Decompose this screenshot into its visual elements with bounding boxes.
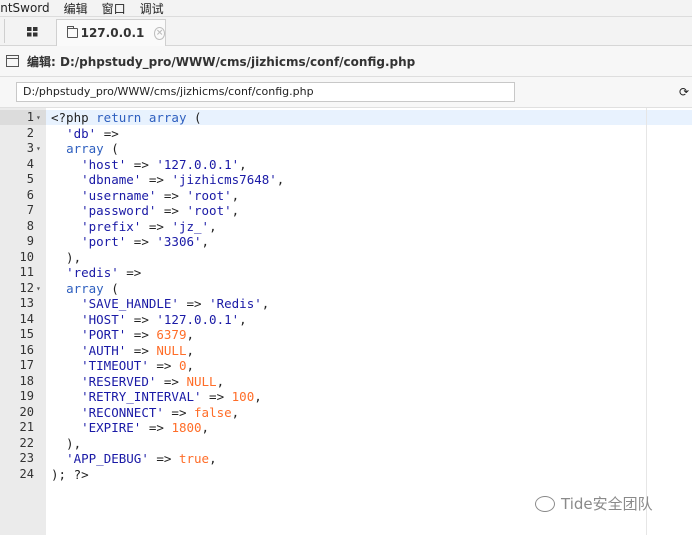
path-input[interactable]: D:/phpstudy_pro/WWW/cms/jizhicms/conf/co…	[16, 82, 515, 102]
line-number: 17	[19, 358, 34, 372]
code-line[interactable]: 4 'host' => '127.0.0.1',	[0, 157, 692, 173]
code-line[interactable]: 7 'password' => 'root',	[0, 203, 692, 219]
code-text: array (	[66, 141, 119, 156]
line-number: 2	[26, 125, 34, 140]
code-line[interactable]: 12 ▾ array (	[0, 281, 692, 297]
code-text: 'host' => '127.0.0.1',	[81, 156, 247, 172]
line-number: 4	[26, 156, 34, 171]
code-line[interactable]: 3 ▾ array (	[0, 141, 692, 157]
code-text: 'port' => '3306',	[81, 234, 210, 249]
line-number: 11	[19, 265, 34, 279]
code-text: 'EXPIRE' => 1800,	[81, 420, 210, 435]
code-text: 'username' => 'root',	[81, 187, 240, 203]
close-icon[interactable]: ×	[154, 26, 165, 40]
panel-icon	[6, 55, 19, 67]
code-line[interactable]: 18 'RESERVED' => NULL,	[0, 374, 692, 390]
code-line[interactable]: 14 'HOST' => '127.0.0.1',	[0, 312, 692, 328]
menu-item-antsword[interactable]: AntSword	[0, 1, 56, 15]
line-number: 24	[19, 466, 34, 481]
code-text: 'HOST' => '127.0.0.1',	[81, 311, 247, 327]
line-number: 7	[26, 203, 34, 217]
code-line[interactable]: 24 ); ?>	[0, 467, 692, 483]
tab-host-label: 127.0.0.1	[80, 26, 145, 40]
line-number: 20	[19, 404, 34, 419]
fold-toggle-icon[interactable]: ▾	[36, 281, 41, 297]
refresh-icon[interactable]: ⟳	[679, 86, 690, 98]
line-number: 5	[26, 172, 34, 186]
line-number: 22	[19, 435, 34, 450]
code-line[interactable]: 5 'dbname' => 'jizhicms7648',	[0, 172, 692, 188]
code-text: 'PORT' => 6379,	[81, 327, 195, 342]
code-line[interactable]: 16 'AUTH' => NULL,	[0, 343, 692, 359]
tab-host[interactable]: 127.0.0.1 ×	[56, 19, 166, 46]
line-number: 6	[26, 187, 34, 202]
code-text: 'APP_DEBUG' => true,	[66, 451, 217, 466]
code-line[interactable]: 2 'db' =>	[0, 126, 692, 142]
code-text: <?php return array (	[51, 110, 202, 125]
fold-toggle-icon[interactable]: ▾	[36, 141, 41, 157]
panel-header: 编辑: D:/phpstudy_pro/WWW/cms/jizhicms/con…	[0, 46, 692, 77]
line-number: 18	[19, 373, 34, 388]
code-text: 'AUTH' => NULL,	[81, 342, 195, 358]
code-text: 'SAVE_HANDLE' => 'Redis',	[81, 296, 270, 311]
tab-left-edge[interactable]	[0, 19, 5, 43]
line-number: 13	[19, 296, 34, 310]
line-number: 15	[19, 327, 34, 341]
code-line[interactable]: 10 ),	[0, 250, 692, 266]
code-text: 'db' =>	[66, 125, 119, 141]
line-number: 16	[19, 342, 34, 357]
code-text: 'redis' =>	[66, 265, 142, 280]
tab-bar: 127.0.0.1 ×	[0, 17, 692, 46]
fold-toggle-icon[interactable]: ▾	[36, 110, 41, 126]
code-line[interactable]: 19 'RETRY_INTERVAL' => 100,	[0, 389, 692, 405]
line-number: 14	[19, 311, 34, 326]
code-line[interactable]: 21 'EXPIRE' => 1800,	[0, 420, 692, 436]
code-line[interactable]: 20 'RECONNECT' => false,	[0, 405, 692, 421]
line-number: 9	[26, 234, 34, 248]
code-line[interactable]: 11 'redis' =>	[0, 265, 692, 281]
code-text: 'TIMEOUT' => 0,	[81, 358, 195, 373]
line-number: 12	[19, 280, 34, 295]
code-text: 'RECONNECT' => false,	[81, 404, 240, 420]
line-number: 10	[19, 249, 34, 264]
code-text: 'RESERVED' => NULL,	[81, 373, 225, 389]
code-line[interactable]: 13 'SAVE_HANDLE' => 'Redis',	[0, 296, 692, 312]
code-line[interactable]: 15 'PORT' => 6379,	[0, 327, 692, 343]
line-number: 3	[26, 141, 34, 155]
code-text: 'prefix' => 'jz_',	[81, 218, 217, 234]
menu-item-edit[interactable]: 编辑	[56, 0, 94, 17]
code-line[interactable]: 8 'prefix' => 'jz_',	[0, 219, 692, 235]
panel-title: 编辑: D:/phpstudy_pro/WWW/cms/jizhicms/con…	[27, 54, 416, 69]
code-line[interactable]: 17 'TIMEOUT' => 0,	[0, 358, 692, 374]
code-text: 'password' => 'root',	[81, 203, 240, 218]
code-line[interactable]: 22 ),	[0, 436, 692, 452]
code-line[interactable]: 1 ▾ <?php return array (	[0, 110, 692, 126]
line-number: 23	[19, 451, 34, 465]
code-text: ); ?>	[51, 466, 89, 482]
grid-icon	[26, 27, 37, 37]
menu-item-debug[interactable]: 调试	[132, 0, 170, 17]
tab-home[interactable]	[14, 19, 50, 45]
code-text: 'dbname' => 'jizhicms7648',	[81, 172, 285, 187]
line-number: 21	[19, 420, 34, 434]
wechat-icon	[535, 495, 555, 512]
code-text: ),	[51, 435, 82, 451]
folder-icon	[67, 26, 78, 38]
line-number: 1	[26, 110, 34, 124]
code-line[interactable]: 23 'APP_DEBUG' => true,	[0, 451, 692, 467]
path-bar: D:/phpstudy_pro/WWW/cms/jizhicms/conf/co…	[0, 77, 692, 108]
menu-item-window[interactable]: 窗口	[94, 0, 132, 17]
code-text: ),	[51, 249, 82, 265]
code-text: 'RETRY_INTERVAL' => 100,	[81, 389, 262, 404]
code-line[interactable]: 9 'port' => '3306',	[0, 234, 692, 250]
code-line[interactable]: 6 'username' => 'root',	[0, 188, 692, 204]
watermark-text: Tide安全团队	[561, 495, 653, 513]
menu-bar: AntSword 编辑 窗口 调试	[0, 0, 692, 17]
code-text: array (	[66, 280, 119, 296]
line-number: 8	[26, 218, 34, 233]
watermark: Tide安全团队	[535, 493, 653, 514]
line-number: 19	[19, 389, 34, 403]
code-editor[interactable]: 1 ▾ <?php return array (2 'db' => 3 ▾ array …	[0, 108, 692, 535]
